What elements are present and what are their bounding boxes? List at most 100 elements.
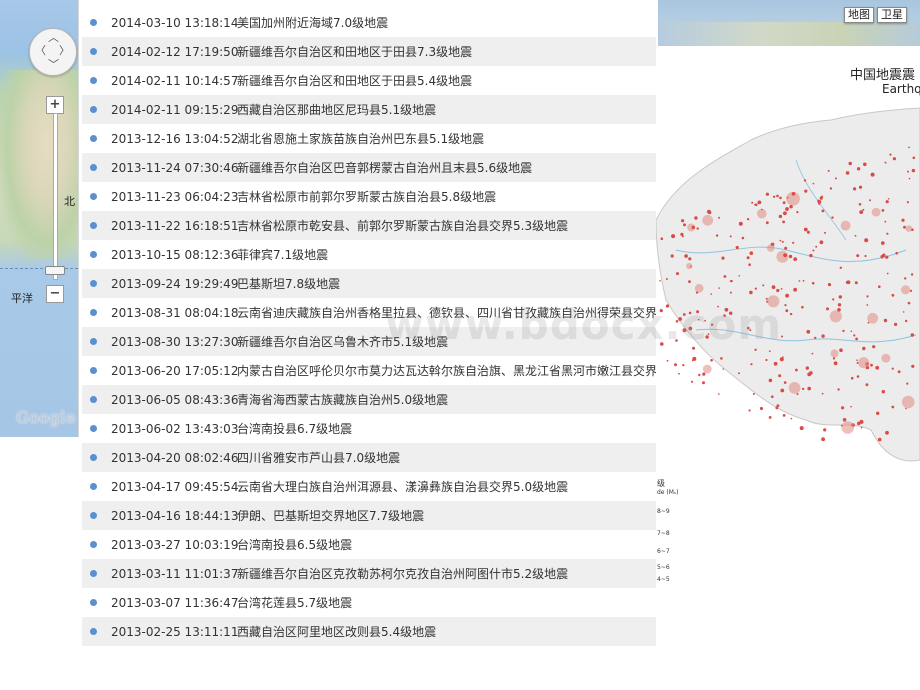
earthquake-marker bbox=[881, 390, 885, 394]
pan-left-icon[interactable]: 〈 bbox=[35, 45, 46, 56]
earthquake-marker bbox=[811, 352, 814, 355]
earthquake-row[interactable]: 2013-11-24 07:30:46 新疆维吾尔自治区巴音郭楞蒙古自治州且末县5… bbox=[82, 153, 656, 182]
earthquake-marker bbox=[796, 211, 799, 214]
earthquake-marker bbox=[696, 310, 700, 314]
quake-time: 2013-06-02 13:43:03 bbox=[111, 421, 239, 436]
bullet-icon bbox=[90, 628, 97, 635]
quake-description[interactable]: 四川省雅安市芦山县7.0级地震 bbox=[237, 449, 656, 466]
quake-description[interactable]: 内蒙古自治区呼伦贝尔市莫力达瓦达斡尔族自治旗、黑龙江省黑河市嫩江县交界5.0 bbox=[237, 362, 656, 379]
earthquake-row[interactable]: 2013-06-20 17:05:12 内蒙古自治区呼伦贝尔市莫力达瓦达斡尔族自治… bbox=[82, 356, 656, 385]
quake-description[interactable]: 吉林省松原市乾安县、前郭尔罗斯蒙古族自治县交界5.3级地震 bbox=[237, 217, 656, 234]
earthquake-marker bbox=[803, 227, 808, 232]
earthquake-row[interactable]: 2013-11-22 16:18:51 吉林省松原市乾安县、前郭尔罗斯蒙古族自治县… bbox=[82, 211, 656, 240]
earthquake-marker bbox=[842, 418, 847, 422]
earthquake-marker bbox=[788, 254, 793, 259]
earthquake-marker bbox=[858, 203, 862, 206]
quake-description[interactable]: 伊朗、巴基斯坦交界地区7.7级地震 bbox=[237, 507, 656, 524]
earthquake-marker bbox=[738, 221, 743, 226]
zoom-slider-track[interactable] bbox=[53, 113, 58, 280]
google-logo: Google bbox=[16, 408, 76, 427]
earthquake-marker bbox=[795, 368, 798, 372]
earthquake-marker bbox=[805, 366, 809, 370]
earthquake-marker bbox=[809, 253, 813, 258]
quake-description[interactable]: 新疆维吾尔自治区和田地区于田县5.4级地震 bbox=[237, 72, 656, 89]
earthquake-marker bbox=[904, 277, 907, 280]
quake-description[interactable]: 新疆维吾尔自治区克孜勒苏柯尔克孜自治州阿图什市5.2级地震 bbox=[237, 565, 656, 582]
earthquake-row[interactable]: 2013-06-02 13:43:03 台湾南投县6.7级地震 bbox=[82, 414, 656, 443]
earthquake-row[interactable]: 2013-11-23 06:04:23 吉林省松原市前郭尔罗斯蒙古族自治县5.8级… bbox=[82, 182, 656, 211]
earthquake-marker bbox=[892, 157, 896, 161]
earthquake-marker bbox=[866, 295, 869, 298]
zoom-slider-handle[interactable] bbox=[45, 266, 65, 275]
earthquake-row[interactable]: 2013-02-25 13:11:11 西藏自治区阿里地区改则县5.4级地震 bbox=[82, 617, 656, 646]
earthquake-marker bbox=[882, 253, 886, 257]
zoom-in-button[interactable]: + bbox=[46, 96, 64, 114]
quake-description[interactable]: 青海省海西蒙古族藏族自治州5.0级地震 bbox=[237, 391, 656, 408]
earthquake-row[interactable]: 2013-04-17 09:45:54 云南省大理白族自治州洱源县、漾濞彝族自治县… bbox=[82, 472, 656, 501]
earthquake-marker bbox=[891, 405, 895, 409]
quake-time: 2013-06-05 08:43:36 bbox=[111, 392, 239, 407]
pan-down-icon[interactable]: ﹀ bbox=[48, 59, 59, 70]
map-pan-control[interactable]: ︿ 〈 〉 ﹀ bbox=[29, 28, 77, 76]
earthquake-marker bbox=[748, 409, 751, 412]
quake-description[interactable]: 云南省迪庆藏族自治州香格里拉县、德钦县、四川省甘孜藏族自治州得荣县交界5.9 bbox=[237, 304, 656, 321]
earthquake-marker bbox=[757, 208, 767, 219]
quake-description[interactable]: 台湾花莲县5.7级地震 bbox=[237, 594, 656, 611]
earthquake-marker bbox=[771, 285, 776, 289]
zoom-out-button[interactable]: − bbox=[46, 285, 64, 303]
earthquake-marker bbox=[839, 266, 842, 269]
quake-description[interactable]: 巴基斯坦7.8级地震 bbox=[237, 275, 656, 292]
earthquake-marker bbox=[790, 417, 793, 420]
quake-description[interactable]: 菲律宾7.1级地震 bbox=[237, 246, 656, 263]
quake-description[interactable]: 西藏自治区阿里地区改则县5.4级地震 bbox=[237, 623, 656, 640]
google-map-panel[interactable]: ︿ 〈 〉 ﹀ + − 北 平洋 Google bbox=[0, 0, 79, 437]
satellite-map-strip[interactable]: 地图 卫星 bbox=[658, 0, 920, 46]
quake-description[interactable]: 新疆维吾尔自治区乌鲁木齐市5.1级地震 bbox=[237, 333, 656, 350]
map-type-satellite-button[interactable]: 卫星 bbox=[877, 7, 907, 23]
pan-right-icon[interactable]: 〉 bbox=[59, 45, 70, 56]
earthquake-row[interactable]: 2013-04-16 18:44:13 伊朗、巴基斯坦交界地区7.7级地震 bbox=[82, 501, 656, 530]
earthquake-marker bbox=[741, 236, 745, 240]
quake-description[interactable]: 台湾南投县6.7级地震 bbox=[237, 420, 656, 437]
earthquake-row[interactable]: 2013-03-07 11:36:47 台湾花莲县5.7级地震 bbox=[82, 588, 656, 617]
earthquake-marker bbox=[671, 234, 676, 239]
earthquake-marker bbox=[768, 350, 771, 353]
quake-description[interactable]: 西藏自治区那曲地区尼玛县5.1级地震 bbox=[237, 101, 656, 118]
map-type-map-button[interactable]: 地图 bbox=[844, 7, 874, 23]
quake-description[interactable]: 美国加州附近海域7.0级地震 bbox=[237, 14, 656, 31]
pan-up-icon[interactable]: ︿ bbox=[48, 32, 59, 43]
earthquake-row[interactable]: 2013-08-30 13:27:30 新疆维吾尔自治区乌鲁木齐市5.1级地震 bbox=[82, 327, 656, 356]
earthquake-row[interactable]: 2013-08-31 08:04:18 云南省迪庆藏族自治州香格里拉县、德钦县、四… bbox=[82, 298, 656, 327]
earthquake-marker bbox=[819, 240, 824, 245]
earthquake-marker bbox=[791, 192, 796, 196]
earthquake-marker bbox=[910, 333, 914, 337]
earthquake-marker bbox=[812, 249, 815, 252]
earthquake-marker bbox=[885, 430, 889, 435]
earthquake-marker bbox=[702, 364, 712, 374]
earthquake-row[interactable]: 2014-02-11 09:15:29 西藏自治区那曲地区尼玛县5.1级地震 bbox=[82, 95, 656, 124]
legend-range: 6~7 bbox=[657, 548, 670, 555]
bullet-icon bbox=[90, 367, 97, 374]
quake-time: 2013-03-27 10:03:19 bbox=[111, 537, 239, 552]
quake-description[interactable]: 云南省大理白族自治州洱源县、漾濞彝族自治县交界5.0级地震 bbox=[237, 478, 656, 495]
earthquake-marker bbox=[782, 220, 785, 224]
earthquake-row[interactable]: 2013-03-27 10:03:19 台湾南投县6.5级地震 bbox=[82, 530, 656, 559]
earthquake-row[interactable]: 2013-12-16 13:04:52 湖北省恩施土家族苗族自治州巴东县5.1级地… bbox=[82, 124, 656, 153]
earthquake-marker bbox=[688, 311, 692, 315]
quake-description[interactable]: 台湾南投县6.5级地震 bbox=[237, 536, 656, 553]
earthquake-row[interactable]: 2014-02-12 17:19:50 新疆维吾尔自治区和田地区于田县7.3级地震 bbox=[82, 37, 656, 66]
quake-description[interactable]: 吉林省松原市前郭尔罗斯蒙古族自治县5.8级地震 bbox=[237, 188, 656, 205]
quake-time: 2014-02-11 10:14:57 bbox=[111, 73, 239, 88]
earthquake-row[interactable]: 2014-02-11 10:14:57 新疆维吾尔自治区和田地区于田县5.4级地震 bbox=[82, 66, 656, 95]
quake-description[interactable]: 新疆维吾尔自治区巴音郭楞蒙古自治州且末县5.6级地震 bbox=[237, 159, 656, 176]
earthquake-marker bbox=[729, 291, 732, 294]
quake-description[interactable]: 湖北省恩施土家族苗族自治州巴东县5.1级地震 bbox=[237, 130, 656, 147]
earthquake-row[interactable]: 2013-03-11 11:01:37 新疆维吾尔自治区克孜勒苏柯尔克孜自治州阿图… bbox=[82, 559, 656, 588]
earthquake-marker bbox=[871, 207, 881, 217]
earthquake-row[interactable]: 2014-03-10 13:18:14 美国加州附近海域7.0级地震 bbox=[82, 8, 656, 37]
earthquake-row[interactable]: 2013-09-24 19:29:49 巴基斯坦7.8级地震 bbox=[82, 269, 656, 298]
earthquake-row[interactable]: 2013-04-20 08:02:46 四川省雅安市芦山县7.0级地震 bbox=[82, 443, 656, 472]
quake-description[interactable]: 新疆维吾尔自治区和田地区于田县7.3级地震 bbox=[237, 43, 656, 60]
earthquake-row[interactable]: 2013-10-15 08:12:36 菲律宾7.1级地震 bbox=[82, 240, 656, 269]
earthquake-row[interactable]: 2013-06-05 08:43:36 青海省海西蒙古族藏族自治州5.0级地震 bbox=[82, 385, 656, 414]
